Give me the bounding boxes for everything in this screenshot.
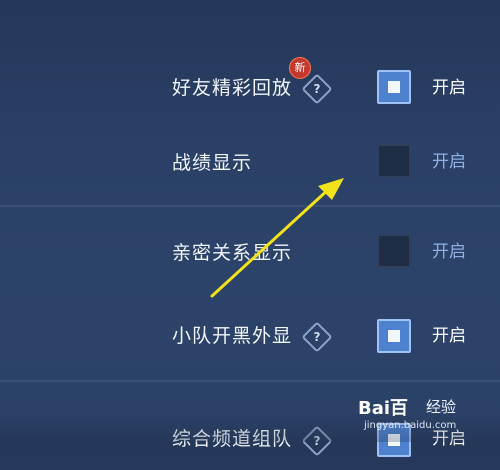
yellow-annotation-arrow	[210, 178, 344, 298]
watermark-url: jingyan.baidu.com	[364, 420, 457, 431]
watermark-text: 经验	[426, 398, 457, 416]
watermark-logo: Bai百	[358, 398, 409, 419]
baidu-jingyan-watermark: Bai百 经验 jingyan.baidu.com	[356, 392, 500, 442]
